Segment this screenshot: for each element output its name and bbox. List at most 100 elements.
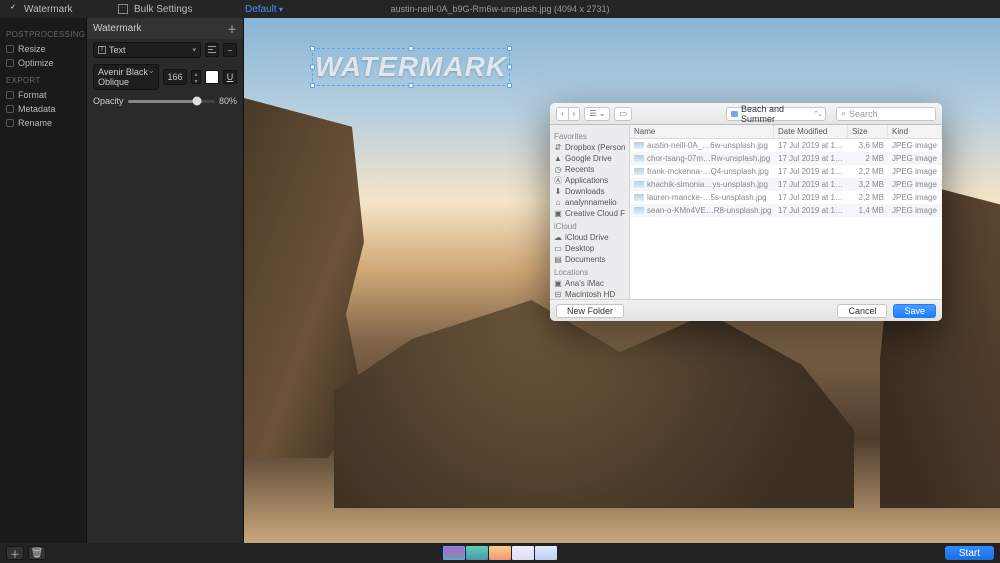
col-kind[interactable]: Kind	[888, 125, 942, 138]
remove-watermark-button[interactable]: −	[223, 43, 237, 57]
nav-back-button[interactable]: ‹	[556, 107, 569, 121]
preset-default-dropdown[interactable]: Default	[245, 4, 283, 15]
sidebar-item-rename[interactable]: Rename	[6, 116, 80, 130]
alignment-button[interactable]	[205, 43, 219, 57]
delete-button[interactable]: 🗑	[28, 546, 46, 560]
file-thumb-icon	[634, 194, 644, 201]
sidebar-item[interactable]: ▣Creative Cloud Files	[554, 208, 625, 219]
bulk-settings-label: Bulk Settings	[134, 4, 192, 15]
file-list: Name Date Modified Size Kind austin-neil…	[630, 125, 942, 299]
sidebar-section-icloud: iCloud	[554, 222, 625, 231]
font-size-stepper[interactable]: ▴▾	[191, 70, 201, 84]
resize-handle[interactable]	[409, 46, 414, 51]
top-bar: Watermark Bulk Settings Default austin-n…	[0, 0, 1000, 18]
panel-title: Watermark	[93, 23, 142, 34]
thumbnail[interactable]	[512, 546, 534, 560]
file-thumb-icon	[634, 207, 644, 214]
folder-dropdown[interactable]: Beach and Summer	[726, 107, 826, 121]
thumbnail[interactable]	[443, 546, 465, 560]
font-size-input[interactable]: 166	[163, 69, 187, 85]
thumbnail[interactable]	[535, 546, 557, 560]
col-date[interactable]: Date Modified	[774, 125, 848, 138]
file-row[interactable]: sean-o-KMn4VE…R8-unsplash.jpg17 Jul 2019…	[630, 204, 942, 217]
nav-forward-button[interactable]: ›	[569, 107, 581, 121]
filename-label: austin-neill-0A_b9G-Rm6w-unsplash.jpg (4…	[390, 4, 609, 14]
sidebar-item[interactable]: ▭Desktop	[554, 243, 625, 254]
section-postprocessing: Postprocessing	[6, 30, 80, 39]
dialog-toolbar: ‹ › ☰ ⌄ ▭ Beach and Summer ⌕ Search	[550, 103, 942, 125]
sidebar-item[interactable]: ⇵Dropbox (Personal)	[554, 142, 625, 153]
start-button[interactable]: Start	[945, 546, 994, 560]
thumbnail-strip	[443, 546, 557, 560]
text-type-icon: T	[98, 46, 106, 54]
file-row[interactable]: khachik-simonia…ys-unsplash.jpg17 Jul 20…	[630, 178, 942, 191]
sidebar-item-format[interactable]: Format	[6, 88, 80, 102]
opacity-slider[interactable]	[128, 100, 215, 103]
file-thumb-icon	[634, 155, 644, 162]
watermark-type-select[interactable]: T Text	[93, 42, 201, 58]
canvas-area: WATERMARK ‹ › ☰ ⌄ ▭ Beach and Summer ⌕ S…	[244, 18, 1000, 543]
color-swatch[interactable]	[205, 70, 219, 84]
resize-handle[interactable]	[310, 65, 315, 70]
view-mode-button[interactable]: ☰ ⌄	[584, 107, 610, 121]
file-thumb-icon	[634, 181, 644, 188]
file-row[interactable]: lauren-mancke-…5s-unsplash.jpg17 Jul 201…	[630, 191, 942, 204]
file-row[interactable]: frank-mckenna-…Q4-unsplash.jpg17 Jul 201…	[630, 165, 942, 178]
search-icon: ⌕	[841, 108, 846, 119]
watermark-checkbox[interactable]	[8, 4, 18, 14]
bulk-icon	[118, 4, 128, 14]
sidebar-item[interactable]: ⬇Downloads	[554, 186, 625, 197]
panel-header: Watermark ＋	[87, 18, 243, 39]
cancel-button[interactable]: Cancel	[837, 304, 887, 318]
bottom-bar: ＋ 🗑 Start	[0, 543, 1000, 563]
folder-icon	[731, 111, 738, 117]
watermark-text: WATERMARK	[315, 51, 507, 83]
file-thumb-icon	[634, 168, 644, 175]
sidebar-item[interactable]: ▤Documents	[554, 254, 625, 265]
save-button[interactable]: Save	[893, 304, 936, 318]
font-select[interactable]: Avenir Black Oblique	[93, 64, 159, 90]
sidebar-item[interactable]: ☁iCloud Drive	[554, 232, 625, 243]
section-export: Export	[6, 76, 80, 85]
col-size[interactable]: Size	[848, 125, 888, 138]
sidebar-item[interactable]: ▣Ana's iMac	[554, 278, 625, 289]
settings-panel: Watermark ＋ T Text − Avenir Black Obliqu…	[86, 18, 244, 543]
resize-handle[interactable]	[310, 46, 315, 51]
sidebar-item[interactable]: ⒶApplications	[554, 175, 625, 186]
sidebar-item[interactable]: ◷Recents	[554, 164, 625, 175]
resize-handle[interactable]	[507, 83, 512, 88]
underline-button[interactable]: U	[223, 70, 237, 84]
resize-handle[interactable]	[507, 46, 512, 51]
col-name[interactable]: Name	[630, 125, 774, 138]
sidebar-section-locations: Locations	[554, 268, 625, 277]
opacity-value: 80%	[219, 96, 237, 106]
dialog-sidebar: Favorites ⇵Dropbox (Personal) ▲Google Dr…	[550, 125, 630, 299]
file-row[interactable]: austin-neill-0A_…6w-unsplash.jpg17 Jul 2…	[630, 139, 942, 152]
sidebar-item[interactable]: ⌂analynnamelio	[554, 197, 625, 208]
thumbnail[interactable]	[466, 546, 488, 560]
thumbnail[interactable]	[489, 546, 511, 560]
add-watermark-button[interactable]: ＋	[227, 21, 237, 36]
new-folder-button[interactable]: New Folder	[556, 304, 624, 318]
file-thumb-icon	[634, 142, 644, 149]
save-dialog: ‹ › ☰ ⌄ ▭ Beach and Summer ⌕ Search Favo…	[550, 103, 942, 321]
resize-handle[interactable]	[409, 83, 414, 88]
resize-handle[interactable]	[310, 83, 315, 88]
sidebar-item[interactable]: ▲Google Drive	[554, 153, 625, 164]
sidebar-item-optimize[interactable]: Optimize	[6, 56, 80, 70]
sidebar-item-metadata[interactable]: Metadata	[6, 102, 80, 116]
sidebar-item-resize[interactable]: Resize	[6, 42, 80, 56]
sidebar-section-favorites: Favorites	[554, 132, 625, 141]
file-list-header[interactable]: Name Date Modified Size Kind	[630, 125, 942, 139]
dialog-footer: New Folder Cancel Save	[550, 299, 942, 321]
app-label: Watermark	[24, 4, 73, 15]
group-button[interactable]: ▭	[614, 107, 632, 121]
watermark-box[interactable]: WATERMARK	[312, 48, 510, 86]
sidebar-item[interactable]: ⊟Macintosh HD	[554, 289, 625, 299]
file-row[interactable]: chor-tsang-07m…Rw-unsplash.jpg17 Jul 201…	[630, 152, 942, 165]
resize-handle[interactable]	[507, 65, 512, 70]
search-input[interactable]: ⌕ Search	[836, 107, 936, 121]
left-sidebar: Postprocessing Resize Optimize Export Fo…	[0, 18, 86, 543]
opacity-label: Opacity	[93, 96, 124, 106]
add-button[interactable]: ＋	[6, 546, 24, 560]
